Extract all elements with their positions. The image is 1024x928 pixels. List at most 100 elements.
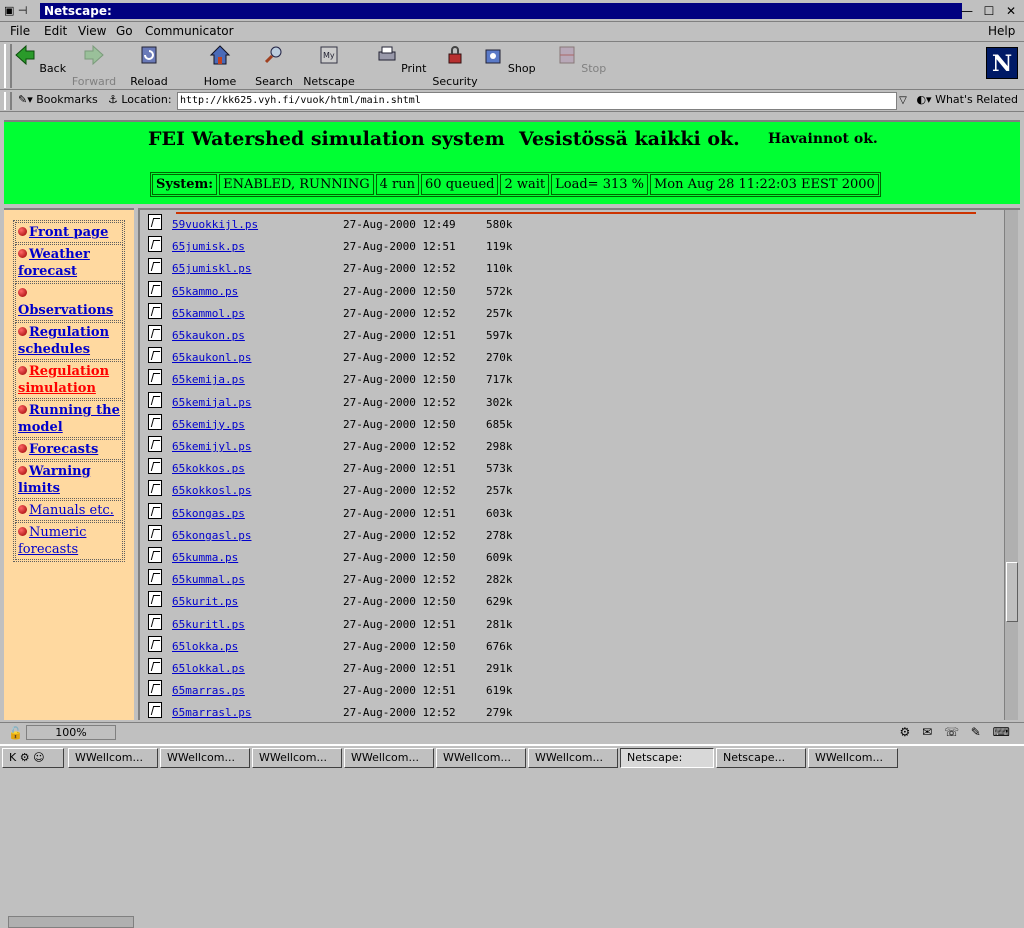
url-input[interactable]: http://kk625.vyh.fi/vuok/html/main.shtml xyxy=(177,92,897,110)
menu-edit[interactable]: Edit xyxy=(44,24,67,38)
file-link[interactable]: 65kammol.ps xyxy=(172,307,245,320)
postscript-file-icon[interactable] xyxy=(148,613,162,630)
file-link[interactable]: 65kemijy.ps xyxy=(172,418,245,431)
postscript-file-icon[interactable] xyxy=(148,280,162,297)
postscript-file-icon[interactable] xyxy=(148,236,162,253)
menu-go[interactable]: Go xyxy=(116,24,133,38)
location-grip[interactable] xyxy=(4,92,12,110)
file-link[interactable]: 65kongas.ps xyxy=(172,507,245,520)
nav-item[interactable]: Regulation simulation xyxy=(15,361,123,399)
taskbar-window-button[interactable]: Netscape... xyxy=(716,748,806,768)
file-link[interactable]: 65kumma.ps xyxy=(172,551,238,564)
postscript-file-icon[interactable] xyxy=(148,258,162,275)
component-bar-icons[interactable]: ⚙ ✉ ☏ ✎ ⌨ xyxy=(900,725,1014,739)
menu-communicator[interactable]: Communicator xyxy=(145,24,234,38)
postscript-file-icon[interactable] xyxy=(148,680,162,697)
file-link[interactable]: 65kammo.ps xyxy=(172,285,238,298)
file-link[interactable]: 59vuokkijl.ps xyxy=(172,218,258,231)
nav-link[interactable]: Weather forecast xyxy=(18,247,90,279)
bookmarks-button[interactable]: ✎▾ Bookmarks xyxy=(18,93,98,106)
nav-link[interactable]: Regulation simulation xyxy=(18,364,109,396)
nav-item[interactable]: Forecasts xyxy=(15,439,123,460)
nav-horizontal-scrollbar[interactable] xyxy=(8,916,134,928)
file-link[interactable]: 65marrasl.ps xyxy=(172,706,251,719)
postscript-file-icon[interactable] xyxy=(148,436,162,452)
file-link[interactable]: 65lokka.ps xyxy=(172,640,238,653)
nav-link[interactable]: Regulation schedules xyxy=(18,325,109,357)
title-bar[interactable]: ▣ ⊣ Netscape: — ☐ ✕ xyxy=(0,0,1024,22)
home-button[interactable]: Home xyxy=(192,44,248,88)
whats-related-button[interactable]: ◐▾ What's Related xyxy=(916,93,1018,106)
file-link[interactable]: 65jumisk.ps xyxy=(172,240,245,253)
forward-button[interactable]: Forward xyxy=(66,44,122,88)
menu-view[interactable]: View xyxy=(78,24,106,38)
reload-button[interactable]: Reload xyxy=(121,44,177,88)
scrollbar-thumb[interactable] xyxy=(1006,562,1018,622)
security-status-icon[interactable]: 🔓 xyxy=(8,726,23,740)
file-link[interactable]: 65kurit.ps xyxy=(172,595,238,608)
close-icon[interactable]: ✕ xyxy=(1002,3,1020,19)
postscript-file-icon[interactable] xyxy=(148,391,162,408)
postscript-file-icon[interactable] xyxy=(148,214,162,230)
menu-help[interactable]: Help xyxy=(988,24,1015,38)
file-link[interactable]: 65jumiskl.ps xyxy=(172,262,251,275)
url-dropdown-icon[interactable]: ▽ xyxy=(897,92,909,110)
taskbar-window-button[interactable]: WWellcom... xyxy=(528,748,618,768)
security-button[interactable]: Security xyxy=(427,44,483,88)
minimize-icon[interactable]: — xyxy=(958,3,976,19)
nav-link[interactable]: Front page xyxy=(29,225,108,240)
file-link[interactable]: 65kemija.ps xyxy=(172,373,245,386)
file-link[interactable]: 65kuritl.ps xyxy=(172,618,245,631)
page-proxy-icon[interactable]: ⚓ xyxy=(108,93,121,106)
taskbar-window-button[interactable]: WWellcom... xyxy=(68,748,158,768)
taskbar-window-button[interactable]: WWellcom... xyxy=(808,748,898,768)
nav-item[interactable]: Front page xyxy=(15,222,123,243)
postscript-file-icon[interactable] xyxy=(148,569,162,586)
nav-item[interactable]: Regulation schedules xyxy=(15,322,123,360)
postscript-file-icon[interactable] xyxy=(148,702,162,719)
menu-file[interactable]: File xyxy=(10,24,30,38)
back-button[interactable]: Back xyxy=(12,44,68,75)
postscript-file-icon[interactable] xyxy=(148,413,162,430)
print-button[interactable]: Print xyxy=(373,44,429,75)
nav-link[interactable]: Running the model xyxy=(18,403,120,435)
taskbar-window-button[interactable]: WWellcom... xyxy=(436,748,526,768)
nav-item[interactable]: Warning limits xyxy=(15,461,123,499)
vertical-scrollbar[interactable] xyxy=(1004,210,1018,720)
file-link[interactable]: 65kemijal.ps xyxy=(172,396,251,409)
nav-item[interactable]: Manuals etc. xyxy=(15,500,123,521)
maximize-icon[interactable]: ☐ xyxy=(980,3,998,19)
postscript-file-icon[interactable] xyxy=(148,658,162,674)
nav-link[interactable]: Numeric forecasts xyxy=(18,525,86,557)
netscape-logo[interactable]: N xyxy=(986,47,1018,79)
postscript-file-icon[interactable] xyxy=(148,347,162,364)
file-link[interactable]: 65kongasl.ps xyxy=(172,529,251,542)
search-button[interactable]: Search xyxy=(246,44,302,88)
postscript-file-icon[interactable] xyxy=(148,458,162,475)
taskbar-window-button[interactable]: WWellcom... xyxy=(160,748,250,768)
window-menu-icon[interactable]: ▣ ⊣ xyxy=(4,4,27,17)
taskbar-launcher-icons[interactable]: K ⚙ ☺ xyxy=(2,748,64,768)
file-link[interactable]: 65kokkosl.ps xyxy=(172,484,251,497)
nav-item[interactable]: Numeric forecasts xyxy=(15,522,123,560)
nav-item[interactable]: Running the model xyxy=(15,400,123,438)
postscript-file-icon[interactable] xyxy=(148,635,162,652)
file-link[interactable]: 65marras.ps xyxy=(172,684,245,697)
postscript-file-icon[interactable] xyxy=(148,369,162,386)
file-link[interactable]: 65kaukonl.ps xyxy=(172,351,251,364)
nav-link[interactable]: Observations xyxy=(18,303,113,318)
netscape-button[interactable]: My Netscape xyxy=(301,44,357,88)
postscript-file-icon[interactable] xyxy=(148,502,162,519)
nav-link[interactable]: Manuals etc. xyxy=(29,503,114,518)
file-link[interactable]: 65kummal.ps xyxy=(172,573,245,586)
nav-item[interactable]: Weather forecast xyxy=(15,244,123,282)
file-link[interactable]: 65kaukon.ps xyxy=(172,329,245,342)
nav-link[interactable]: Forecasts xyxy=(29,442,98,457)
file-link[interactable]: 65kokkos.ps xyxy=(172,462,245,475)
nav-item[interactable]: Observations xyxy=(15,283,123,321)
file-link[interactable]: 65kemijyl.ps xyxy=(172,440,251,453)
taskbar-window-button[interactable]: Netscape: xyxy=(620,748,714,768)
taskbar-window-button[interactable]: WWellcom... xyxy=(252,748,342,768)
toolbar-grip[interactable] xyxy=(4,44,12,88)
postscript-file-icon[interactable] xyxy=(148,325,162,341)
